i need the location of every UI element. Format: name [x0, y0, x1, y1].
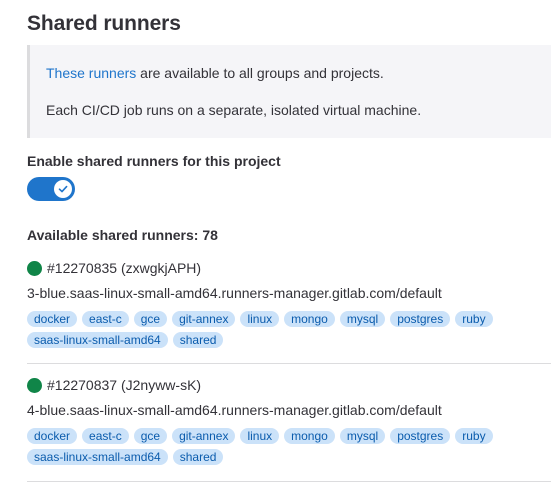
- runner-tag: ruby: [455, 311, 493, 327]
- section-title: Shared runners: [27, 12, 181, 35]
- runner-tag: mysql: [339, 428, 386, 444]
- available-runners-count: Available shared runners: 78: [27, 227, 218, 243]
- runner-id: #12270835 (zxwgkjAPH): [47, 260, 202, 276]
- runner-title: #12270835 (zxwgkjAPH): [27, 259, 201, 277]
- runner-tag: mongo: [284, 311, 335, 327]
- runner-tag: gce: [133, 311, 168, 327]
- runner-tag: shared: [172, 449, 224, 465]
- runner-tag: mongo: [284, 428, 335, 444]
- runner-tag: docker: [27, 311, 78, 327]
- runner-id: #12270837 (J2nyww-sK): [47, 377, 202, 393]
- check-icon: [58, 185, 68, 193]
- runner-item: #12270835 (zxwgkjAPH) 3-blue.saas-linux-…: [27, 259, 551, 364]
- runner-description: 4-blue.saas-linux-small-amd64.runners-ma…: [27, 402, 442, 418]
- runner-item: #12270837 (J2nyww-sK) 4-blue.saas-linux-…: [27, 376, 551, 482]
- info-line-1-text: are available to all groups and projects…: [136, 65, 384, 81]
- runner-tags: docker east-c gce git-annex linux mongo …: [27, 428, 551, 465]
- runner-title: #12270837 (J2nyww-sK): [27, 376, 201, 394]
- runner-tag: postgres: [390, 311, 451, 327]
- status-online-icon: [27, 260, 42, 276]
- runner-tag: east-c: [82, 428, 129, 444]
- runner-tag: git-annex: [172, 428, 236, 444]
- these-runners-link[interactable]: These runners: [46, 65, 136, 81]
- runner-tag: saas-linux-small-amd64: [27, 449, 168, 465]
- runner-tag: shared: [172, 332, 224, 348]
- runner-tag: docker: [27, 428, 78, 444]
- runner-tag: git-annex: [172, 311, 236, 327]
- runner-tag: ruby: [455, 428, 493, 444]
- runner-description: 3-blue.saas-linux-small-amd64.runners-ma…: [27, 285, 442, 301]
- info-line-2: Each CI/CD job runs on a separate, isola…: [46, 102, 422, 118]
- runner-tags: docker east-c gce git-annex linux mongo …: [27, 311, 551, 348]
- info-line-1: These runners are available to all group…: [46, 65, 384, 81]
- runner-tag: east-c: [82, 311, 129, 327]
- runner-tag: saas-linux-small-amd64: [27, 332, 168, 348]
- enable-shared-runners-label: Enable shared runners for this project: [27, 153, 281, 169]
- runner-tag: gce: [133, 428, 168, 444]
- enable-shared-runners-toggle[interactable]: [27, 177, 75, 201]
- status-online-icon: [27, 377, 42, 393]
- runner-tag: mysql: [339, 311, 386, 327]
- toggle-knob: [54, 180, 72, 198]
- runner-tag: postgres: [390, 428, 451, 444]
- info-box: These runners are available to all group…: [27, 45, 551, 138]
- runner-tag: linux: [240, 428, 280, 444]
- runner-tag: linux: [240, 311, 280, 327]
